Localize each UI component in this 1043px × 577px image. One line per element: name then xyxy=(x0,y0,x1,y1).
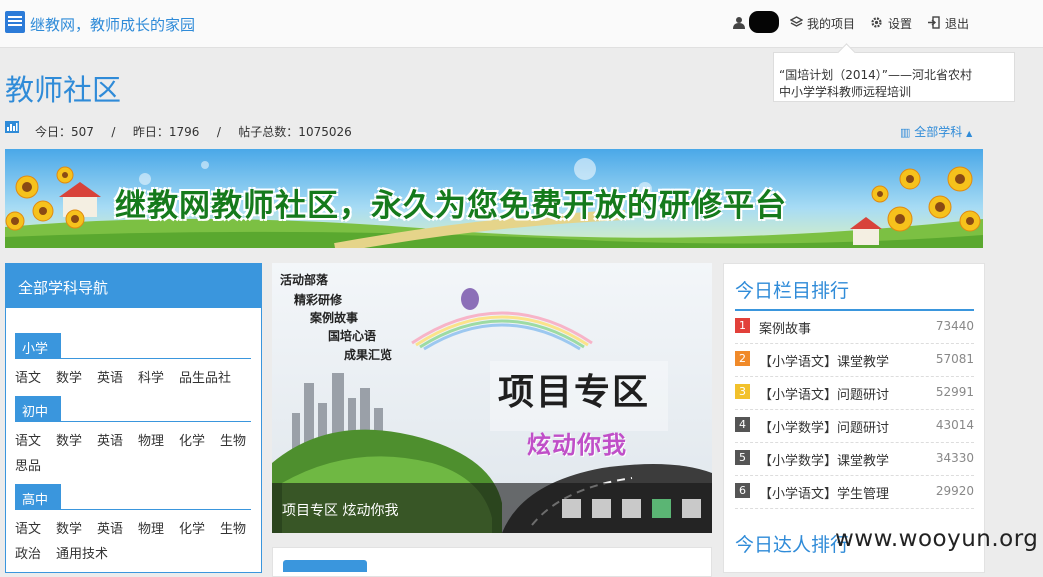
logout-icon xyxy=(928,16,940,29)
gear-icon xyxy=(871,17,882,28)
subject-link[interactable]: 化学 xyxy=(179,518,205,537)
rank-count: 57081 xyxy=(935,352,974,366)
carousel-dot-2[interactable] xyxy=(592,499,611,518)
carousel-text-1: 活动部落 xyxy=(280,273,329,287)
top-bar: 继教网，教师成长的家园 我的项目 设置 退出 xyxy=(0,0,1043,48)
layers-icon xyxy=(790,16,803,27)
subject-link[interactable]: 数学 xyxy=(56,367,82,386)
rank-badge: 1 xyxy=(735,318,750,333)
banner[interactable]: 继教网教师社区，永久为您免费开放的研修平台 xyxy=(5,149,983,248)
subject-link[interactable]: 通用技术 xyxy=(56,543,108,562)
carousel-text-5: 成果汇览 xyxy=(344,348,393,362)
project-item-line1[interactable]: “国培计划（2014）”——河北省农村 xyxy=(779,67,1014,84)
settings-link[interactable]: 设置 xyxy=(888,15,912,32)
rank-count: 34330 xyxy=(935,451,974,465)
subject-link[interactable]: 科学 xyxy=(138,367,164,386)
carousel-dot-5[interactable] xyxy=(682,499,701,518)
subject-link[interactable]: 生物 xyxy=(220,518,246,537)
rank-column-name[interactable]: 【小学语文】课堂教学 xyxy=(759,351,889,370)
subject-link[interactable]: 英语 xyxy=(97,518,123,537)
logout-link[interactable]: 退出 xyxy=(945,15,969,32)
subject-link[interactable]: 政治 xyxy=(15,543,41,562)
rank-badge: 5 xyxy=(735,450,750,465)
ranking-row[interactable]: 2 【小学语文】课堂教学 57081 xyxy=(735,344,974,377)
carousel-heading: 项目专区 xyxy=(498,371,651,413)
banner-slogan: 继教网教师社区，永久为您免费开放的研修平台 xyxy=(115,188,787,224)
rank-badge: 3 xyxy=(735,384,750,399)
carousel-text-4: 国培心语 xyxy=(328,329,377,343)
rank-badge: 6 xyxy=(735,483,750,498)
all-subjects-toggle[interactable]: ▥ 全部学科 ▲ xyxy=(900,123,972,140)
subject-link[interactable]: 数学 xyxy=(56,430,82,449)
ranking-row[interactable]: 1 案例故事 73440 xyxy=(735,311,974,344)
subject-link[interactable]: 品生品社 xyxy=(179,367,231,386)
ranking-row[interactable]: 3 【小学语文】问题研讨 52991 xyxy=(735,377,974,410)
expert-ranking-title: 今日达人排行 xyxy=(735,534,850,556)
subject-link[interactable]: 生物 xyxy=(220,430,246,449)
user-name-redacted[interactable] xyxy=(749,11,779,33)
carousel-dot-3[interactable] xyxy=(622,499,641,518)
site-title[interactable]: 继教网，教师成长的家园 xyxy=(30,14,195,35)
my-projects-link[interactable]: 我的项目 xyxy=(807,15,855,32)
subject-link[interactable]: 物理 xyxy=(138,518,164,537)
subject-link[interactable]: 物理 xyxy=(138,430,164,449)
page-title: 教师社区 xyxy=(5,73,122,107)
subject-link[interactable]: 英语 xyxy=(97,367,123,386)
rank-count: 29920 xyxy=(935,484,974,498)
rank-column-name[interactable]: 【小学数学】问题研讨 xyxy=(759,417,889,436)
rank-count: 73440 xyxy=(935,319,974,333)
user-icon[interactable] xyxy=(733,16,745,29)
all-subjects-label: 全部学科 xyxy=(914,125,963,139)
rank-column-name[interactable]: 【小学数学】课堂教学 xyxy=(759,450,889,469)
section-high-tab[interactable]: 高中 xyxy=(15,484,61,510)
subject-link[interactable]: 语文 xyxy=(15,518,41,537)
carousel-subheading: 炫动你我 xyxy=(527,431,627,459)
section-divider xyxy=(15,509,251,510)
rank-column-name[interactable]: 【小学语文】问题研讨 xyxy=(759,384,889,403)
section-primary-tab[interactable]: 小学 xyxy=(15,333,61,359)
lower-card-tab[interactable] xyxy=(283,560,367,572)
carousel-text-3: 案例故事 xyxy=(310,311,359,325)
ranking-title: 今日栏目排行 xyxy=(735,280,850,302)
subject-nav-title: 全部学科导航 xyxy=(6,264,261,308)
carousel-caption-bar: 项目专区 炫动你我 xyxy=(272,483,712,533)
rank-badge: 4 xyxy=(735,417,750,432)
carousel-caption[interactable]: 项目专区 炫动你我 xyxy=(282,500,398,520)
subject-link[interactable]: 语文 xyxy=(15,430,41,449)
watermark: www.wooyun.org xyxy=(835,526,1039,552)
rank-badge: 2 xyxy=(735,351,750,366)
subject-link[interactable]: 英语 xyxy=(97,430,123,449)
section-divider xyxy=(15,358,251,359)
logo-icon[interactable] xyxy=(5,11,25,33)
ranking-row[interactable]: 6 【小学语文】学生管理 29920 xyxy=(735,476,974,509)
section-divider xyxy=(15,421,251,422)
project-dropdown[interactable]: “国培计划（2014）”——河北省农村 中小学学科教师远程培训 xyxy=(773,52,1015,102)
subject-link[interactable]: 语文 xyxy=(15,367,41,386)
subject-link[interactable]: 思品 xyxy=(15,455,41,474)
section-middle-tab[interactable]: 初中 xyxy=(15,396,61,422)
subject-link[interactable]: 化学 xyxy=(179,430,205,449)
caret-up-icon: ▲ xyxy=(966,129,973,138)
lower-card xyxy=(272,547,712,577)
rank-column-name[interactable]: 案例故事 xyxy=(759,318,811,337)
ranking-row[interactable]: 4 【小学数学】问题研讨 43014 xyxy=(735,410,974,443)
carousel-dot-1[interactable] xyxy=(562,499,581,518)
rank-count: 43014 xyxy=(935,418,974,432)
rank-column-name[interactable]: 【小学语文】学生管理 xyxy=(759,483,889,502)
subject-navigation: 全部学科导航 小学 语文 数学 英语 科学 品生品社 初中 语文 数学 英语 物… xyxy=(5,263,262,573)
rank-count: 52991 xyxy=(935,385,974,399)
subject-link[interactable]: 数学 xyxy=(56,518,82,537)
project-item-line2[interactable]: 中小学学科教师远程培训 xyxy=(779,84,1014,101)
bar-chart-icon xyxy=(5,121,19,133)
carousel-dot-4[interactable] xyxy=(652,499,671,518)
carousel-text-2: 精彩研修 xyxy=(294,293,343,307)
project-carousel[interactable]: 活动部落 精彩研修 案例故事 国培心语 成果汇览 项目专区 炫动你我 项目专区 … xyxy=(272,263,712,533)
books-icon: ▥ xyxy=(900,126,911,139)
ranking-row[interactable]: 5 【小学数学】课堂教学 34330 xyxy=(735,443,974,476)
post-stats: 今日：507 / 昨日：1796 / 帖子总数：1075026 xyxy=(35,125,352,139)
